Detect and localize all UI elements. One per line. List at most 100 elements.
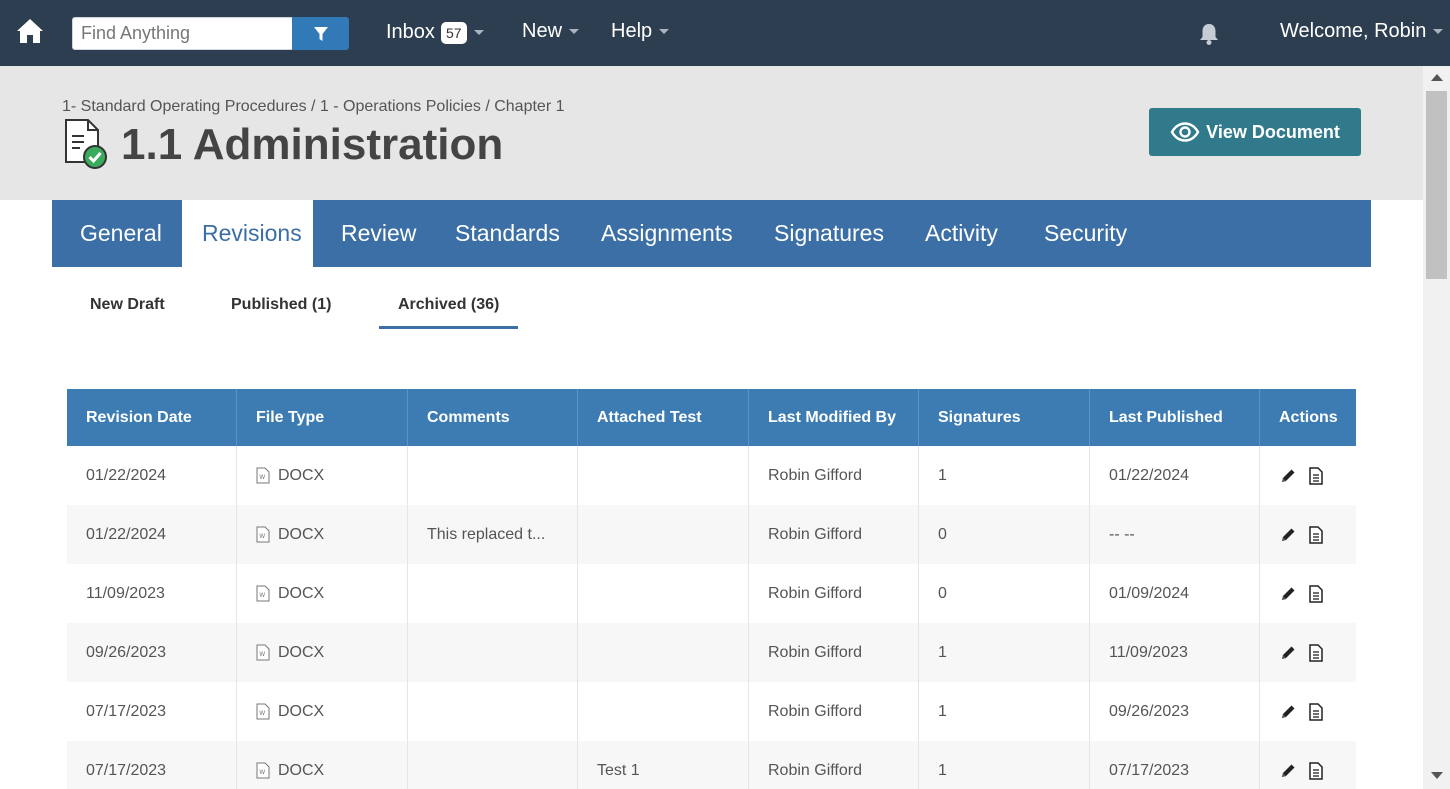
comments-cell [408, 741, 578, 789]
tab-assignments[interactable]: Assignments [581, 200, 753, 267]
table-row[interactable]: 09/26/2023 W DOCX Robin Gifford 1 11/09/… [67, 623, 1356, 682]
svg-text:W: W [259, 651, 265, 658]
tab-activity[interactable]: Activity [905, 200, 1018, 267]
pencil-icon[interactable] [1279, 467, 1297, 485]
revision-date-cell: 07/17/2023 [67, 741, 237, 789]
home-icon[interactable] [16, 17, 44, 45]
file-type-cell: W DOCX [237, 741, 408, 789]
tab-revisions[interactable]: Revisions [182, 200, 313, 267]
attached-test-cell [578, 446, 749, 505]
new-menu[interactable]: New [522, 20, 580, 43]
document-icon[interactable] [1307, 761, 1325, 780]
scroll-down-arrow-icon[interactable] [1431, 772, 1443, 779]
svg-text:W: W [259, 592, 265, 599]
filter-button[interactable] [292, 17, 349, 50]
pencil-icon[interactable] [1279, 526, 1297, 544]
tab-general[interactable]: General [60, 200, 182, 267]
search-input[interactable] [72, 17, 292, 50]
last-published-cell: 07/17/2023 [1090, 741, 1260, 789]
last-published-cell: 11/09/2023 [1090, 623, 1260, 682]
word-file-icon: W [256, 585, 270, 602]
revisions-table: Revision Date File Type Comments Attache… [67, 389, 1356, 789]
inbox-menu[interactable]: Inbox 57 [386, 21, 484, 44]
table-row[interactable]: 01/22/2024 W DOCX This replaced t... Rob… [67, 505, 1356, 564]
attached-test-cell [578, 564, 749, 623]
pencil-icon[interactable] [1279, 762, 1297, 780]
filter-icon [313, 26, 328, 41]
page-scrollbar[interactable] [1423, 66, 1450, 789]
actions-cell [1260, 741, 1356, 789]
subtab-published[interactable]: Published (1) [231, 296, 331, 314]
user-menu[interactable]: Welcome, Robin [1280, 20, 1444, 43]
tab-standards[interactable]: Standards [435, 200, 580, 267]
approved-document-icon [65, 119, 107, 169]
column-header: Actions [1279, 408, 1338, 426]
last-published-cell: 01/09/2024 [1090, 564, 1260, 623]
column-header[interactable]: Revision Date [67, 389, 237, 446]
table-row[interactable]: 07/17/2023 W DOCX Robin Gifford 1 09/26/… [67, 682, 1356, 741]
help-label: Help [611, 20, 653, 42]
chevron-down-icon [569, 29, 580, 34]
word-file-icon: W [256, 762, 270, 779]
attached-test-cell [578, 505, 749, 564]
column-header[interactable]: Last Modified By [749, 389, 919, 446]
document-icon[interactable] [1307, 643, 1325, 662]
table-header: Revision Date File Type Comments Attache… [67, 389, 1356, 446]
chevron-down-icon [473, 30, 484, 35]
svg-text:W: W [259, 474, 265, 481]
file-type-cell: W DOCX [237, 623, 408, 682]
document-icon[interactable] [1307, 702, 1325, 721]
comments-cell: This replaced t... [408, 505, 578, 564]
subtab-archived[interactable]: Archived (36) [398, 296, 499, 314]
column-header[interactable]: Comments [408, 389, 578, 446]
document-icon[interactable] [1307, 584, 1325, 603]
document-icon[interactable] [1307, 525, 1325, 544]
comments-cell [408, 623, 578, 682]
chevron-down-icon [1433, 29, 1444, 34]
pencil-icon[interactable] [1279, 703, 1297, 721]
tab-review[interactable]: Review [321, 200, 436, 267]
pencil-icon[interactable] [1279, 644, 1297, 662]
file-type-label: DOCX [278, 525, 325, 543]
new-label: New [522, 20, 563, 42]
tab-signatures[interactable]: Signatures [754, 200, 904, 267]
revision-date-cell: 01/22/2024 [67, 446, 237, 505]
column-header[interactable]: Last Published [1090, 389, 1260, 446]
comments-cell [408, 564, 578, 623]
tab-security[interactable]: Security [1024, 200, 1147, 267]
modified-by-cell: Robin Gifford [749, 623, 919, 682]
inbox-label: Inbox [386, 21, 435, 43]
help-menu[interactable]: Help [611, 20, 670, 43]
scroll-up-arrow-icon[interactable] [1431, 74, 1443, 81]
subtab-new-draft[interactable]: New Draft [90, 296, 165, 314]
revision-date-cell: 07/17/2023 [67, 682, 237, 741]
table-row[interactable]: 07/17/2023 W DOCX Test 1 Robin Gifford 1… [67, 741, 1356, 789]
word-file-icon: W [256, 526, 270, 543]
file-type-label: DOCX [278, 643, 325, 661]
revision-date-cell: 01/22/2024 [67, 505, 237, 564]
view-document-label: View Document [1206, 121, 1340, 142]
chevron-down-icon [659, 29, 670, 34]
column-header[interactable]: Attached Test [578, 389, 749, 446]
last-published-cell: 09/26/2023 [1090, 682, 1260, 741]
word-file-icon: W [256, 467, 270, 484]
column-header[interactable]: Signatures [919, 389, 1090, 446]
scrollbar-thumb[interactable] [1426, 91, 1447, 279]
modified-by-cell: Robin Gifford [749, 505, 919, 564]
modified-by-cell: Robin Gifford [749, 564, 919, 623]
document-icon[interactable] [1307, 466, 1325, 485]
table-row[interactable]: 01/22/2024 W DOCX Robin Gifford 1 01/22/… [67, 446, 1356, 505]
modified-by-cell: Robin Gifford [749, 682, 919, 741]
table-row[interactable]: 11/09/2023 W DOCX Robin Gifford 0 01/09/… [67, 564, 1356, 623]
last-published-cell: -- -- [1090, 505, 1260, 564]
word-file-icon: W [256, 703, 270, 720]
document-header: 1- Standard Operating Procedures / 1 - O… [0, 66, 1423, 200]
column-header[interactable]: File Type [237, 389, 408, 446]
file-type-cell: W DOCX [237, 505, 408, 564]
bell-icon[interactable] [1198, 22, 1220, 46]
attached-test-cell: Test 1 [578, 741, 749, 789]
page-title: 1.1 Administration [121, 120, 504, 169]
file-type-label: DOCX [278, 466, 325, 484]
pencil-icon[interactable] [1279, 585, 1297, 603]
view-document-button[interactable]: View Document [1149, 108, 1361, 156]
